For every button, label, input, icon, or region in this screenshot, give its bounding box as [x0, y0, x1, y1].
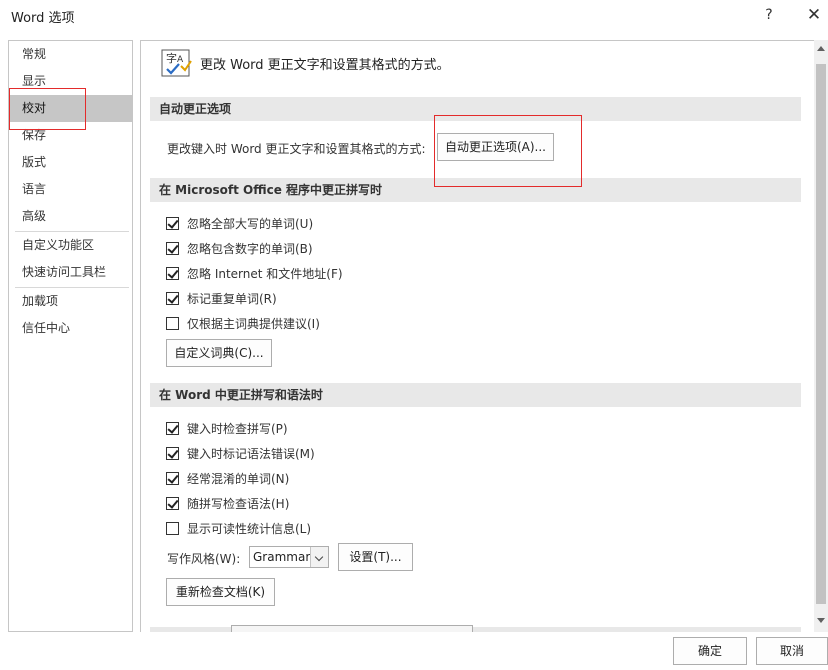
option-label: 键入时检查拼写(P) — [187, 421, 288, 436]
checkbox-checked[interactable] — [166, 216, 179, 230]
option-ignore-internet[interactable]: 忽略 Internet 和文件地址(F) — [166, 264, 343, 282]
writing-style-label: 写作风格(W): — [167, 552, 241, 566]
custom-dictionaries-button[interactable]: 自定义词典(C)... — [166, 339, 272, 367]
title-bar: Word 选项 ? ✕ — [0, 0, 828, 32]
dialog-footer: 确定 取消 — [0, 632, 828, 670]
proofing-header-text: 更改 Word 更正文字和设置其格式的方式。 — [200, 58, 450, 73]
checkbox-unchecked[interactable] — [166, 521, 179, 535]
recheck-document-button[interactable]: 重新检查文档(K) — [166, 578, 275, 606]
option-main-dictionary-only[interactable]: 仅根据主词典提供建议(I) — [166, 314, 320, 332]
checkbox-checked[interactable] — [166, 446, 179, 460]
sidebar-item-general[interactable]: 常规 — [10, 41, 132, 68]
option-check-grammar-with-spelling[interactable]: 随拼写检查语法(H) — [166, 494, 289, 512]
option-flag-repeated[interactable]: 标记重复单词(R) — [166, 289, 277, 307]
sidebar-item-trust-center[interactable]: 信任中心 — [10, 315, 132, 342]
grammar-settings-button[interactable]: 设置(T)... — [338, 543, 413, 571]
checkbox-checked[interactable] — [166, 496, 179, 510]
scroll-thumb[interactable] — [816, 64, 826, 604]
sidebar-item-quick-access[interactable]: 快速访问工具栏 — [10, 259, 132, 286]
option-label: 显示可读性统计信息(L) — [187, 521, 312, 536]
partial-dropdown[interactable] — [231, 625, 473, 632]
word-spelling-section-title: 在 Word 中更正拼写和语法时 — [150, 383, 801, 407]
option-label: 标记重复单词(R) — [187, 291, 277, 306]
content-scrollbar[interactable] — [814, 40, 828, 632]
option-confused-words[interactable]: 经常混淆的单词(N) — [166, 469, 289, 487]
option-label: 忽略包含数字的单词(B) — [187, 241, 313, 256]
writing-style-value: Grammar — [253, 550, 311, 564]
scroll-up-icon[interactable] — [817, 46, 825, 51]
option-label: 忽略全部大写的单词(U) — [187, 216, 314, 231]
option-mark-grammar[interactable]: 键入时标记语法错误(M) — [166, 444, 315, 462]
option-label: 键入时标记语法错误(M) — [187, 446, 315, 461]
close-button[interactable]: ✕ — [800, 4, 828, 26]
checkbox-checked[interactable] — [166, 421, 179, 435]
abc-proofing-icon: 字 A — [161, 49, 193, 79]
sidebar-item-customize-ribbon[interactable]: 自定义功能区 — [10, 232, 132, 259]
sidebar-item-advanced[interactable]: 高级 — [10, 203, 132, 230]
help-button[interactable]: ? — [755, 4, 783, 26]
highlight-box — [9, 88, 86, 130]
highlight-box — [434, 115, 582, 187]
option-label: 随拼写检查语法(H) — [187, 496, 290, 511]
chevron-down-icon[interactable] — [310, 547, 328, 567]
cancel-button[interactable]: 取消 — [756, 637, 828, 665]
sidebar-item-addins[interactable]: 加载项 — [10, 288, 132, 315]
checkbox-checked[interactable] — [166, 266, 179, 280]
option-label: 忽略 Internet 和文件地址(F) — [187, 266, 343, 281]
checkbox-checked[interactable] — [166, 241, 179, 255]
sidebar-item-layout[interactable]: 版式 — [10, 149, 132, 176]
option-ignore-numbers[interactable]: 忽略包含数字的单词(B) — [166, 239, 313, 257]
ok-button[interactable]: 确定 — [673, 637, 747, 665]
option-readability-stats[interactable]: 显示可读性统计信息(L) — [166, 519, 311, 537]
autocorrect-description: 更改键入时 Word 更正文字和设置其格式的方式: — [167, 142, 426, 156]
checkbox-checked[interactable] — [166, 291, 179, 305]
writing-style-select[interactable]: Grammar — [249, 546, 329, 568]
option-check-spelling[interactable]: 键入时检查拼写(P) — [166, 419, 288, 437]
sidebar-item-language[interactable]: 语言 — [10, 176, 132, 203]
svg-text:字: 字 — [166, 51, 177, 65]
option-ignore-uppercase[interactable]: 忽略全部大写的单词(U) — [166, 214, 313, 232]
window-title: Word 选项 — [11, 11, 75, 26]
option-label: 仅根据主词典提供建议(I) — [187, 316, 320, 331]
option-label: 经常混淆的单词(N) — [187, 471, 290, 486]
checkbox-unchecked[interactable] — [166, 316, 179, 330]
scroll-down-icon[interactable] — [817, 618, 825, 623]
checkbox-checked[interactable] — [166, 471, 179, 485]
